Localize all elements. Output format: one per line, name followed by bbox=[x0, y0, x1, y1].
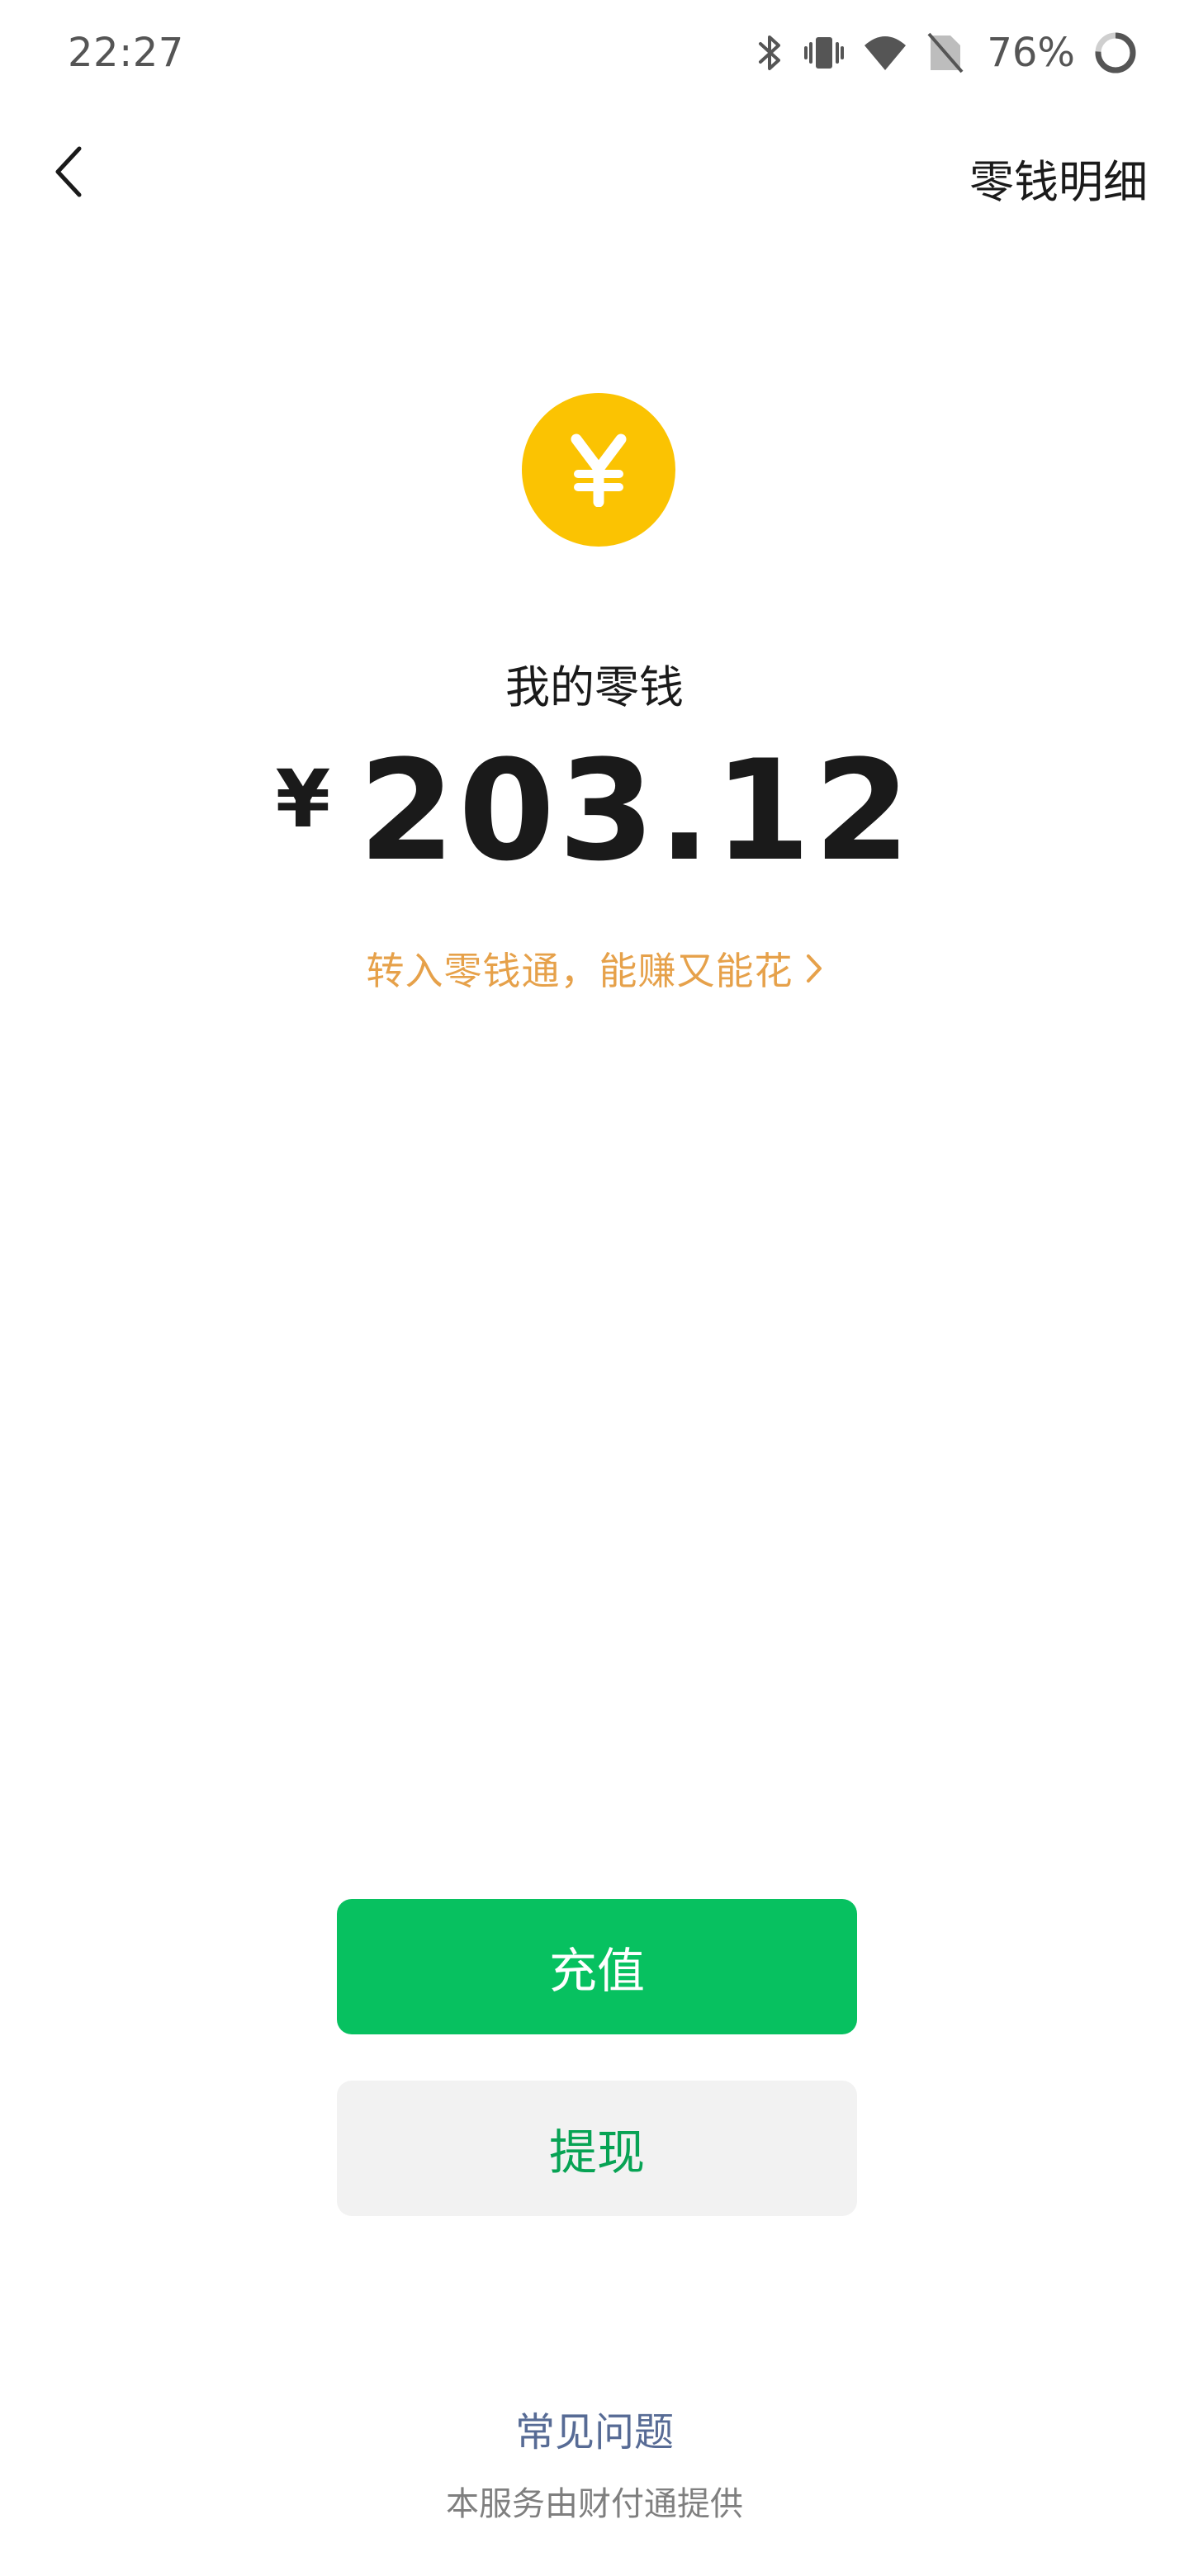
lingqiantong-promo-link[interactable]: 转入零钱通，能赚又能花 bbox=[0, 941, 1189, 996]
battery-ring-icon bbox=[1093, 31, 1138, 75]
wallet-detail-link[interactable]: 零钱明细 bbox=[969, 145, 1148, 211]
no-sim-icon bbox=[926, 32, 964, 73]
currency-symbol: ¥ bbox=[275, 753, 331, 845]
wallet-page: 22:27 76% 零钱明细 我的零钱 ¥ 203.12 转入零钱通，能赚又能花… bbox=[0, 0, 1189, 2576]
battery-percent: 76% bbox=[987, 30, 1075, 76]
balance-display: ¥ 203.12 bbox=[0, 735, 1189, 888]
wallet-label: 我的零钱 bbox=[505, 661, 684, 713]
faq-link[interactable]: 常见问题 bbox=[0, 2399, 1189, 2457]
balance-amount: 203.12 bbox=[358, 730, 914, 892]
bluetooth-icon bbox=[756, 32, 785, 73]
chevron-right-icon bbox=[806, 954, 822, 983]
status-bar: 22:27 76% bbox=[0, 0, 1189, 107]
topup-button[interactable]: 充值 bbox=[337, 1899, 857, 2034]
promo-text: 转入零钱通，能赚又能花 bbox=[366, 949, 793, 993]
status-time: 22:27 bbox=[68, 30, 184, 76]
back-button[interactable] bbox=[35, 139, 101, 205]
wifi-icon bbox=[863, 32, 907, 73]
provider-note: 本服务由财付通提供 bbox=[446, 2485, 743, 2523]
yuan-symbol bbox=[571, 433, 627, 507]
withdraw-button[interactable]: 提现 bbox=[337, 2081, 857, 2216]
chevron-left-icon bbox=[55, 146, 82, 197]
status-icons: 76% bbox=[756, 26, 1138, 79]
coin-icon bbox=[522, 393, 675, 547]
vibrate-icon bbox=[803, 32, 845, 73]
